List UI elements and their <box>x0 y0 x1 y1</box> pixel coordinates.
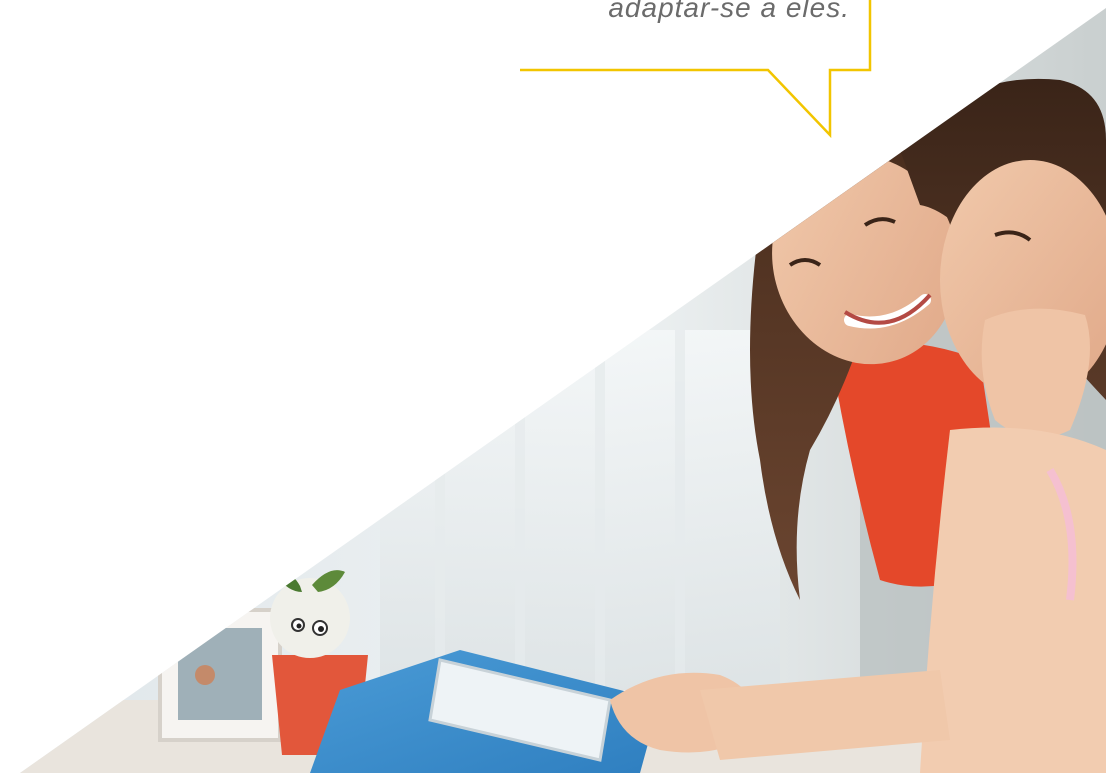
quote-text: adaptar-se a eles. <box>608 0 850 23</box>
mother-daughter-tablet-photo <box>20 8 1106 773</box>
page: adaptar-se a eles. <box>0 0 1106 773</box>
